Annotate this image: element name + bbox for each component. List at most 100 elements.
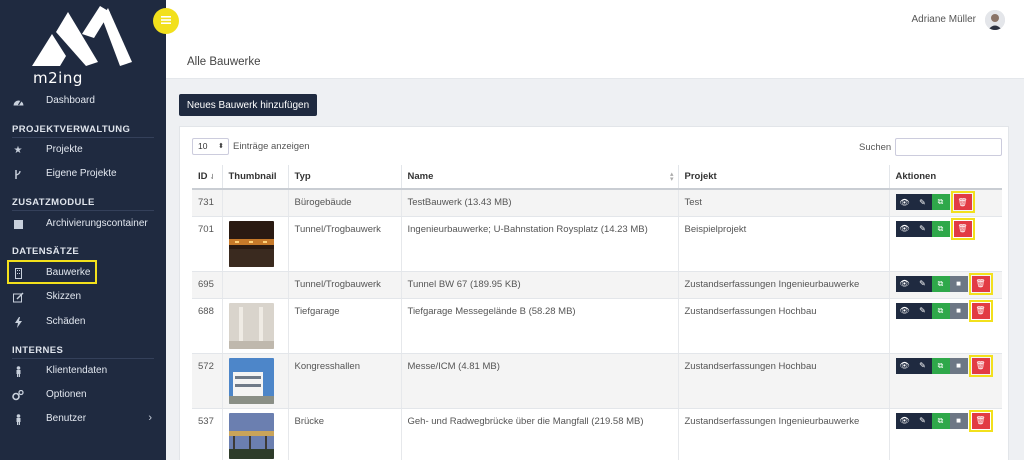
cell-id: 731 <box>192 189 223 217</box>
view-button[interactable]: 👁 <box>895 302 914 319</box>
table-row[interactable]: 731 Bürogebäude TestBauwerk (13.43 MB) T… <box>192 189 1002 217</box>
edit-button[interactable]: ✎ <box>913 220 932 237</box>
edit-button[interactable]: ✎ <box>913 194 932 210</box>
cell-thumbnail <box>222 298 289 354</box>
cell-name: Tiefgarage Messegelände B (58.28 MB) <box>401 298 679 354</box>
search-input[interactable] <box>895 138 1002 156</box>
copy-button[interactable]: ⧉ <box>931 194 950 210</box>
table-row[interactable]: 701 Tunnel/Trogbauwerk Ingenieurbauwerke… <box>192 216 1002 272</box>
sidebar-item-skizzen[interactable]: Skizzen <box>0 286 166 308</box>
table-header-row: ID ⇃ Thumbnail Typ Name ▴ ▾ Projekt Aktione… <box>192 165 1002 190</box>
cell-thumbnail <box>222 408 289 460</box>
column-header-thumbnail[interactable]: Thumbnail <box>222 165 289 190</box>
cell-typ: Bürogebäude <box>288 189 402 217</box>
hamburger-icon <box>161 15 171 27</box>
edit-button[interactable]: ✎ <box>913 412 932 429</box>
thumbnail-image[interactable] <box>228 302 274 349</box>
thumbnail-image[interactable] <box>228 220 274 267</box>
sidebar-item-dashboard[interactable]: Dashboard <box>0 90 166 112</box>
archive-button[interactable]: ■ <box>949 302 968 319</box>
bolt-icon <box>12 316 24 328</box>
page-header: Alle Bauwerke <box>166 41 1024 79</box>
sidebar-item-label: Dashboard <box>46 95 95 106</box>
entries-per-page-select[interactable]: 10 ⬍ <box>192 138 229 155</box>
entries-per-page-value: 10 <box>198 141 208 151</box>
copy-icon: ⧉ <box>937 278 944 288</box>
sidebar-item-label: Optionen <box>46 389 87 400</box>
pencil-icon: ✎ <box>919 361 926 370</box>
avatar[interactable] <box>985 10 1005 30</box>
table-row[interactable]: 695 Tunnel/Trogbauwerk Tunnel BW 67 (189… <box>192 271 1002 299</box>
menu-toggle-button[interactable] <box>153 8 179 34</box>
eye-icon: 👁 <box>899 361 910 370</box>
trash-icon: 🗑 <box>957 197 968 207</box>
user-name[interactable]: Adriane Müller <box>912 14 976 25</box>
cell-actions: 👁 ✎ ⧉ ■ 🗑 <box>889 271 1002 299</box>
cell-name: Ingenieurbauwerke; U-Bahnstation Royspla… <box>401 216 679 272</box>
copy-button[interactable]: ⧉ <box>931 412 950 429</box>
person-icon <box>12 413 24 425</box>
bauwerke-table-card: 10 ⬍ Einträge anzeigen Suchen ID ⇃ Thumbn… <box>179 126 1009 460</box>
sidebar-item-projekte[interactable]: ★ Projekte <box>0 139 166 161</box>
archive-icon <box>12 218 24 230</box>
view-button[interactable]: 👁 <box>895 275 914 292</box>
copy-button[interactable]: ⧉ <box>931 220 950 237</box>
sidebar-item-archivierungscontainer[interactable]: Archivierungscontainer <box>0 213 166 235</box>
sidebar-item-klientendaten[interactable]: Klientendaten <box>0 360 166 382</box>
column-header-typ[interactable]: Typ <box>288 165 402 190</box>
delete-button[interactable]: 🗑 <box>971 275 990 292</box>
star-icon: ★ <box>13 144 23 156</box>
view-button[interactable]: 👁 <box>895 357 914 374</box>
pencil-icon: ✎ <box>919 197 926 207</box>
thumbnail-image[interactable] <box>228 357 274 404</box>
column-header-id[interactable]: ID ⇃ <box>192 165 223 190</box>
archive-button[interactable]: ■ <box>949 275 968 292</box>
trash-icon: 🗑 <box>975 279 986 288</box>
pencil-square-icon <box>12 291 24 303</box>
edit-button[interactable]: ✎ <box>913 302 932 319</box>
sidebar-item-label: Skizzen <box>46 291 82 302</box>
add-bauwerk-button[interactable]: Neues Bauwerk hinzufügen <box>179 94 317 116</box>
cell-projekt: Zustandserfassungen Hochbau <box>678 353 890 409</box>
cell-thumbnail <box>222 353 289 409</box>
sidebar-item-label: Eigene Projekte <box>46 168 117 179</box>
view-button[interactable]: 👁 <box>895 220 914 237</box>
copy-button[interactable]: ⧉ <box>931 357 950 374</box>
archive-button[interactable]: ■ <box>949 412 968 429</box>
cell-actions: 👁 ✎ ⧉ ■ 🗑 <box>889 353 1002 409</box>
pencil-icon: ✎ <box>919 224 926 233</box>
copy-icon: ⧉ <box>937 197 944 206</box>
delete-button[interactable]: 🗑 <box>971 357 990 374</box>
sidebar-item-schaeden[interactable]: Schäden <box>0 311 166 333</box>
table-row[interactable]: 572 Kongresshallen Messe/ICM (4.81 MB) Z… <box>192 353 1002 409</box>
delete-button[interactable]: 🗑 <box>971 302 990 319</box>
sidebar-item-optionen[interactable]: Optionen <box>0 384 166 406</box>
archive-button[interactable]: ■ <box>949 357 968 374</box>
delete-button[interactable]: 🗑 <box>953 220 972 237</box>
eye-icon: 👁 <box>899 197 910 207</box>
edit-button[interactable]: ✎ <box>913 357 932 374</box>
view-button[interactable]: 👁 <box>895 412 914 429</box>
cell-projekt: Zustandserfassungen Ingenieurbauwerke <box>678 408 890 460</box>
copy-button[interactable]: ⧉ <box>931 275 950 292</box>
table-row[interactable]: 688 Tiefgarage Tiefgarage Messegelände B… <box>192 298 1002 354</box>
cell-id: 695 <box>192 271 223 299</box>
copy-button[interactable]: ⧉ <box>931 302 950 319</box>
cell-thumbnail <box>222 216 289 272</box>
delete-highlight-box: 🗑 <box>968 409 993 432</box>
column-header-projekt[interactable]: Projekt <box>678 165 890 190</box>
view-button[interactable]: 👁 <box>895 194 914 210</box>
column-header-name[interactable]: Name ▴ ▾ <box>401 165 679 190</box>
eye-icon: 👁 <box>899 224 910 233</box>
delete-button[interactable]: 🗑 <box>953 194 972 210</box>
thumbnail-image[interactable] <box>228 412 274 459</box>
square-icon: ■ <box>956 361 961 370</box>
sidebar-item-eigene-projekte[interactable]: Eigene Projekte <box>0 163 166 185</box>
edit-button[interactable]: ✎ <box>913 275 932 292</box>
delete-button[interactable]: 🗑 <box>971 412 990 429</box>
sidebar-item-benutzer[interactable]: Benutzer › <box>0 408 166 430</box>
table-row[interactable]: 537 Brücke Geh- und Radwegbrücke über di… <box>192 408 1002 460</box>
cell-actions: 👁 ✎ ⧉ 🗑 <box>889 216 1002 272</box>
delete-highlight-box: 🗑 <box>950 217 975 240</box>
copy-icon: ⧉ <box>937 223 944 233</box>
